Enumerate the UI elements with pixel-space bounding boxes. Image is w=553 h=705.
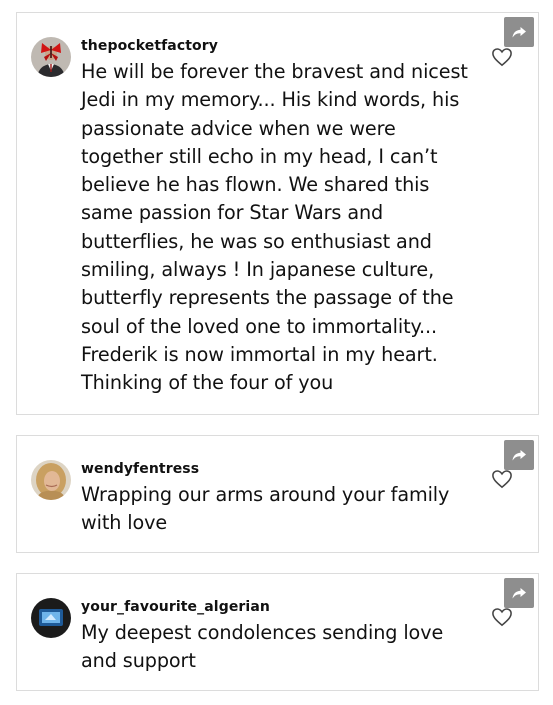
like-button[interactable] [491,469,513,489]
comment-card: your_favourite_algerian My deepest condo… [16,573,539,691]
heart-outline-icon [492,608,512,627]
share-arrow-icon [512,27,526,38]
comment-text: He will be forever the bravest and nices… [81,60,468,395]
comment-card: thepocketfactory He will be forever the … [16,12,539,415]
heart-outline-icon [492,470,512,489]
comment-card: wendyfentress Wrapping our arms around y… [16,435,539,553]
comment-username[interactable]: thepocketfactory [81,38,218,54]
avatar[interactable] [31,460,71,500]
like-button[interactable] [491,607,513,627]
share-button[interactable] [504,17,534,47]
heart-outline-icon [492,48,512,67]
comment-username[interactable]: wendyfentress [81,461,199,477]
like-button[interactable] [491,47,513,67]
comment-username[interactable]: your_favourite_algerian [81,599,270,615]
share-arrow-icon [512,450,526,461]
comment-text: Wrapping our arms around your family wit… [81,483,450,535]
comment-text: My deepest condolences sending love and … [81,621,444,673]
share-arrow-icon [512,588,526,599]
share-button[interactable] [504,578,534,608]
avatar[interactable] [31,598,71,638]
share-button[interactable] [504,440,534,470]
avatar[interactable] [31,37,71,77]
